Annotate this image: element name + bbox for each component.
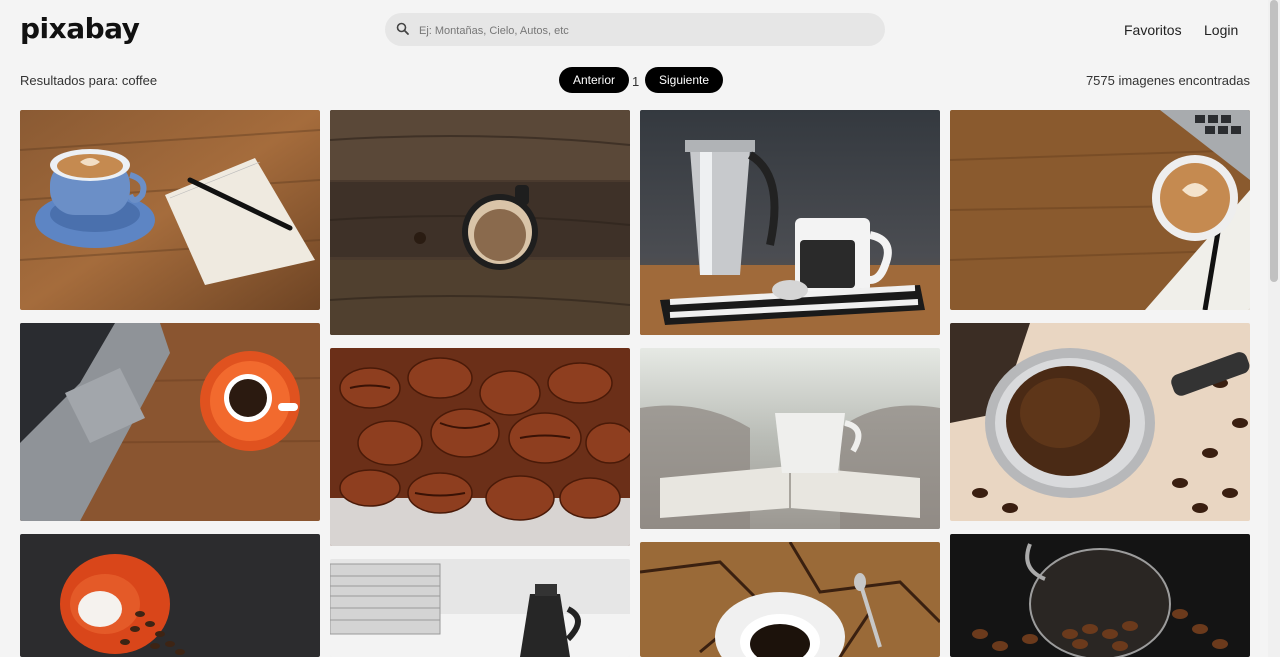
gallery-image-latte-laptop-wood[interactable] bbox=[950, 110, 1250, 310]
gallery-image-cup-on-book[interactable] bbox=[640, 348, 940, 529]
gallery-image-coffee-cup-cracked-wood[interactable] bbox=[640, 542, 940, 657]
search-input[interactable] bbox=[417, 13, 871, 48]
current-page-number: 1 bbox=[632, 74, 640, 89]
gallery-image-laptop-orange-cup[interactable] bbox=[20, 323, 320, 521]
results-count: 7575 imagenes encontradas bbox=[1085, 73, 1250, 88]
login-link[interactable]: Login bbox=[1204, 22, 1238, 38]
results-label: Resultados para: coffee bbox=[20, 73, 158, 88]
previous-page-button[interactable]: Anterior bbox=[559, 67, 630, 93]
next-page-button[interactable]: Siguiente bbox=[645, 67, 724, 93]
header: pixabay Favoritos Login bbox=[0, 0, 1268, 60]
gallery-image-coffee-cup-dark-wood[interactable] bbox=[330, 110, 630, 335]
gallery-image-glass-cup-beans[interactable] bbox=[950, 534, 1250, 657]
gallery-image-latte-art-notebook[interactable] bbox=[20, 110, 320, 310]
gallery-image-moka-pot-coffee-mug[interactable] bbox=[640, 110, 940, 335]
gallery-image-orange-cup-spilled-beans[interactable] bbox=[20, 534, 320, 657]
gallery-image-ground-coffee-portafilter[interactable] bbox=[950, 323, 1250, 521]
favorites-link[interactable]: Favoritos bbox=[1124, 22, 1182, 38]
gallery-image-coffee-beans-closeup[interactable] bbox=[330, 348, 630, 546]
search-icon bbox=[396, 22, 409, 35]
scrollbar-thumb[interactable] bbox=[1270, 0, 1278, 282]
search-bar[interactable] bbox=[385, 13, 885, 48]
gallery-image-moka-pot-magazines[interactable] bbox=[330, 559, 630, 657]
page-scrollbar[interactable] bbox=[1268, 0, 1280, 657]
pixabay-logo[interactable]: pixabay bbox=[20, 12, 140, 45]
